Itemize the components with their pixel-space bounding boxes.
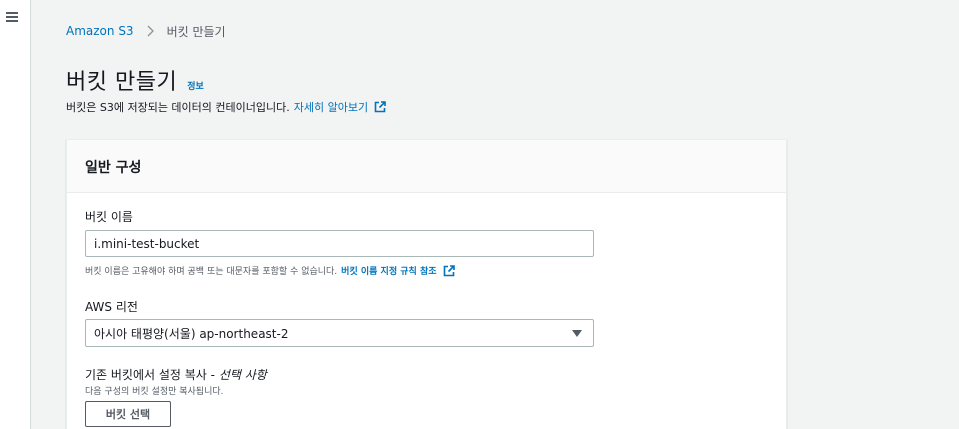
naming-rules-link[interactable]: 버킷 이름 지정 규칙 참조 [341,264,436,277]
bucket-name-hint: 버킷 이름은 고유해야 하며 공백 또는 대문자를 포함할 수 없습니다. 버킷… [85,264,455,277]
chevron-right-icon [147,25,154,37]
page-description-text: 버킷은 S3에 저장되는 데이터의 컨테이너입니다. [66,101,290,114]
panel-header: 일반 구성 [67,140,786,193]
learn-more-link[interactable]: 자세히 알아보기 [294,99,368,115]
copy-settings-label-text: 기존 버킷에서 설정 복사 - [85,368,215,382]
general-configuration-panel: 일반 구성 버킷 이름 버킷 이름은 고유해야 하며 공백 또는 대문자를 포함… [66,139,787,429]
hamburger-menu-icon[interactable] [6,11,19,22]
bucket-name-hint-text: 버킷 이름은 고유해야 하며 공백 또는 대문자를 포함할 수 없습니다. [85,267,338,277]
choose-bucket-button[interactable]: 버킷 선택 [85,401,171,427]
bucket-name-input[interactable] [85,230,594,257]
breadcrumb: Amazon S3 버킷 만들기 [66,23,226,39]
external-link-icon[interactable] [374,101,386,113]
page-title: 버킷 만들기 [66,70,178,95]
caret-down-icon [572,329,582,337]
panel-title: 일반 구성 [85,160,142,176]
external-link-icon[interactable] [443,264,455,277]
region-selected-value: 아시아 태평양(서울) ap-northeast-2 [94,326,289,341]
page-description: 버킷은 S3에 저장되는 데이터의 컨테이너입니다. 자세히 알아보기 [66,99,386,115]
info-link[interactable]: 정보 [187,79,204,92]
bucket-name-label: 버킷 이름 [85,210,133,224]
side-navigation-rail [0,0,31,429]
region-select[interactable]: 아시아 태평양(서울) ap-northeast-2 [85,319,594,347]
page-header: 버킷 만들기 정보 [66,64,204,96]
optional-label: 선택 사항 [218,368,267,382]
breadcrumb-link-amazon-s3[interactable]: Amazon S3 [66,24,134,38]
region-label: AWS 리전 [85,300,138,314]
copy-settings-description: 다음 구성의 버킷 설정만 복사됩니다. [85,387,224,397]
copy-settings-label: 기존 버킷에서 설정 복사 - 선택 사항 [85,366,267,383]
breadcrumb-current: 버킷 만들기 [166,24,226,39]
